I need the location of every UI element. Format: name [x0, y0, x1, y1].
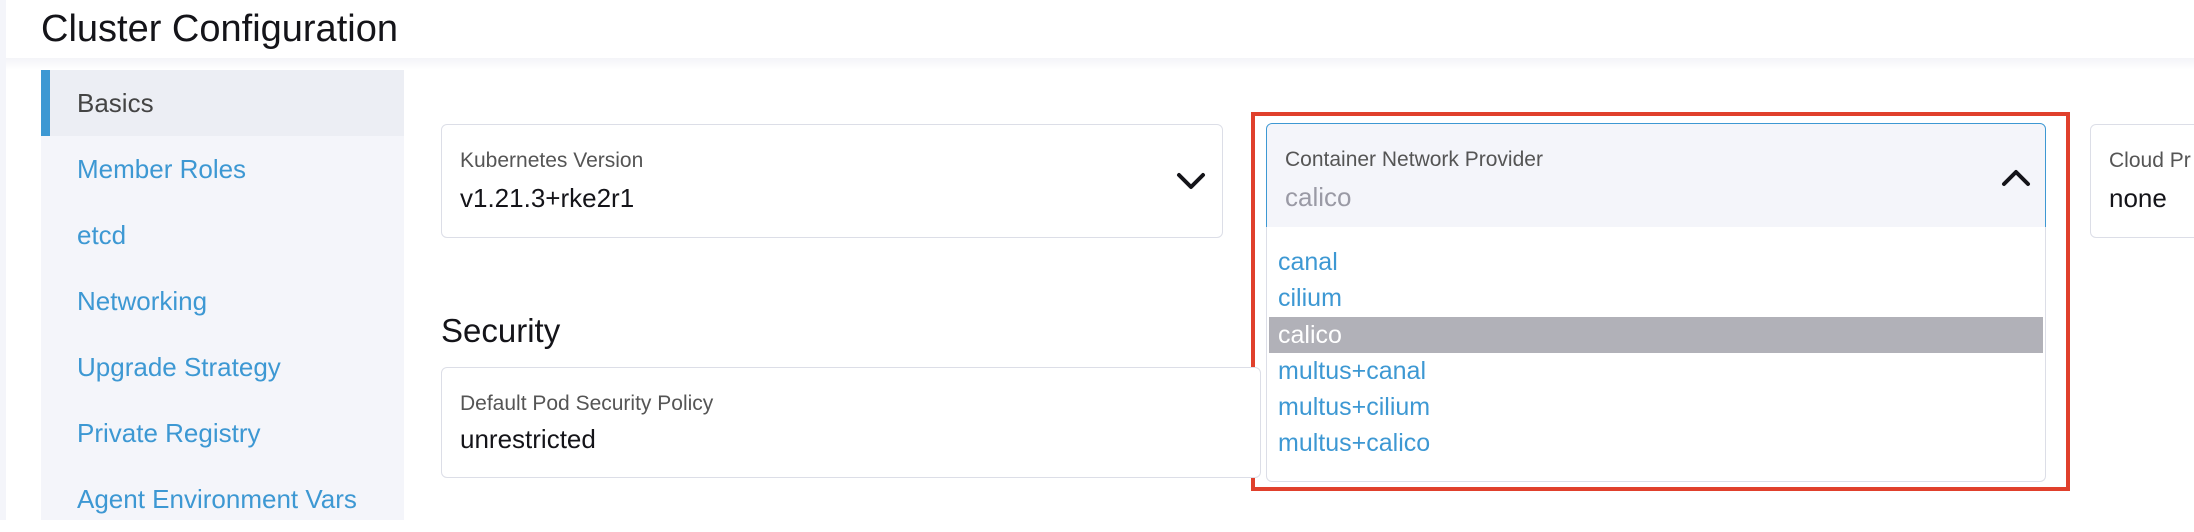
default-pod-security-policy-label: Default Pod Security Policy — [460, 392, 714, 415]
option-multus-calico[interactable]: multus+calico — [1269, 425, 2043, 461]
security-heading: Security — [441, 312, 561, 349]
page-edge — [0, 0, 6, 520]
sidebar-item-member-roles[interactable]: Member Roles — [41, 136, 404, 202]
option-canal[interactable]: canal — [1269, 244, 2043, 280]
sidebar-item-label: etcd — [77, 220, 127, 250]
container-network-provider-label: Container Network Provider — [1285, 148, 1543, 171]
cloud-provider-label: Cloud Pr — [2109, 149, 2191, 172]
cloud-provider-value: none — [2109, 183, 2167, 213]
chevron-up-icon[interactable] — [2001, 168, 2031, 188]
chevron-down-icon[interactable] — [1176, 171, 1206, 191]
kubernetes-version-value: v1.21.3+rke2r1 — [460, 183, 635, 213]
option-calico[interactable]: calico — [1269, 317, 2043, 353]
kubernetes-version-select[interactable]: Kubernetes Version v1.21.3+rke2r1 — [441, 124, 1223, 238]
sidebar-item-basics[interactable]: Basics — [41, 70, 404, 136]
default-pod-security-policy-value: unrestricted — [460, 424, 596, 454]
sidebar-item-label: Agent Environment Vars — [77, 484, 357, 514]
sidebar-item-label: Private Registry — [77, 418, 261, 448]
default-pod-security-policy-select[interactable]: Default Pod Security Policy unrestricted — [441, 367, 1261, 478]
sidebar-item-etcd[interactable]: etcd — [41, 202, 404, 268]
kubernetes-version-label: Kubernetes Version — [460, 149, 644, 172]
sidebar-item-agent-environment-vars[interactable]: Agent Environment Vars — [41, 466, 404, 532]
sidebar: Basics Member Roles etcd Networking Upgr… — [41, 70, 404, 520]
option-multus-cilium[interactable]: multus+cilium — [1269, 389, 2043, 425]
option-multus-canal[interactable]: multus+canal — [1269, 353, 2043, 389]
container-network-provider-options: canal cilium calico multus+canal multus+… — [1266, 227, 2046, 482]
sidebar-item-label: Member Roles — [77, 154, 247, 184]
sidebar-item-label: Basics — [77, 88, 154, 118]
sidebar-item-private-registry[interactable]: Private Registry — [41, 400, 404, 466]
sidebar-item-upgrade-strategy[interactable]: Upgrade Strategy — [41, 334, 404, 400]
sidebar-item-networking[interactable]: Networking — [41, 268, 404, 334]
cloud-provider-select[interactable]: Cloud Pr none — [2090, 124, 2194, 238]
container-network-provider-value: calico — [1285, 182, 1352, 212]
header-divider — [6, 58, 2194, 70]
option-cilium[interactable]: cilium — [1269, 280, 2043, 316]
page-title: Cluster Configuration — [41, 8, 398, 50]
sidebar-item-label: Networking — [77, 286, 208, 316]
container-network-provider-select[interactable]: Container Network Provider calico — [1266, 123, 2046, 231]
sidebar-item-label: Upgrade Strategy — [77, 352, 281, 382]
